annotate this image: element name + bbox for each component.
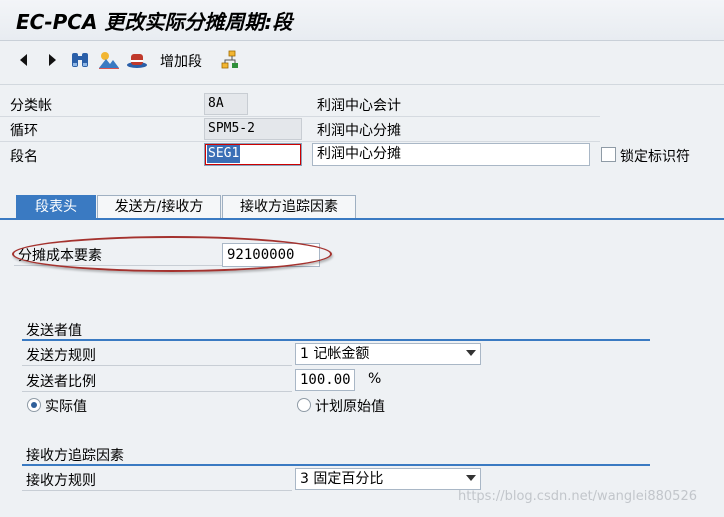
receiver-tracing-divider [22,464,650,466]
landscape-icon[interactable] [97,49,121,71]
cycle-field: SPM5-2 [204,118,302,140]
segment-name-value: SEG1 [207,145,241,163]
cycle-description: 利润中心分摊 [317,123,401,139]
plan-values-radio[interactable] [297,398,311,412]
percent-unit: % [368,371,382,387]
receiver-rule-select[interactable]: 3 固定百分比 [295,468,481,490]
arrow-left-icon[interactable] [16,49,30,71]
binoculars-icon[interactable] [69,49,91,71]
lock-indicator-label: 锁定标识符 [620,149,690,165]
ledger-row-line [0,116,600,117]
sender-rule-label: 发送方规则 [26,348,96,364]
sender-values-title: 发送者值 [26,323,82,339]
sender-share-input[interactable]: 100.00 [295,369,355,391]
highlight-annotation [12,236,332,272]
cycle-row-line [0,141,600,142]
segment-name-input[interactable]: SEG1 [204,143,302,166]
plan-values-label: 计划原始值 [315,399,385,415]
watermark: https://blog.csdn.net/wanglei880526 [458,489,697,504]
ledger-label: 分类帐 [10,98,52,114]
lock-indicator-checkbox[interactable] [601,147,616,162]
radio-selected-dot [31,402,37,408]
arrow-right-icon[interactable] [46,49,60,71]
hat-icon[interactable] [125,49,149,71]
ledger-field: 8A [204,93,248,115]
tab-receiver-tracing[interactable]: 接收方追踪因素 [222,195,356,219]
sender-rule-value: 1 记帐金额 [300,346,370,362]
sender-share-label: 发送者比例 [26,374,96,390]
add-segment-button[interactable]: 增加段 [160,51,202,71]
receiver-tracing-title: 接收方追踪因素 [26,448,124,464]
actual-values-radio[interactable] [27,398,41,412]
receiver-rule-value: 3 固定百分比 [300,471,384,487]
page-title: EC-PCA 更改实际分摊周期:段 [16,10,293,34]
receiver-rule-row-line [22,490,292,491]
segment-description-input[interactable]: 利润中心分摊 [312,143,590,166]
sender-rule-select[interactable]: 1 记帐金额 [295,343,481,365]
hierarchy-icon[interactable] [218,49,242,71]
actual-values-label: 实际值 [45,399,87,415]
sender-values-divider [22,339,650,341]
toolbar-divider [0,84,724,85]
tab-sender-receiver[interactable]: 发送方/接收方 [97,195,221,219]
sender-rule-row-line [22,365,292,366]
segment-name-label: 段名 [10,149,38,165]
chevron-down-icon[interactable] [466,350,476,356]
ledger-description: 利润中心会计 [317,98,401,114]
cycle-label: 循环 [10,123,38,139]
tab-segment-header[interactable]: 段表头 [16,195,96,219]
sender-share-row-line [22,391,292,392]
receiver-rule-label: 接收方规则 [26,473,96,489]
chevron-down-icon[interactable] [466,475,476,481]
